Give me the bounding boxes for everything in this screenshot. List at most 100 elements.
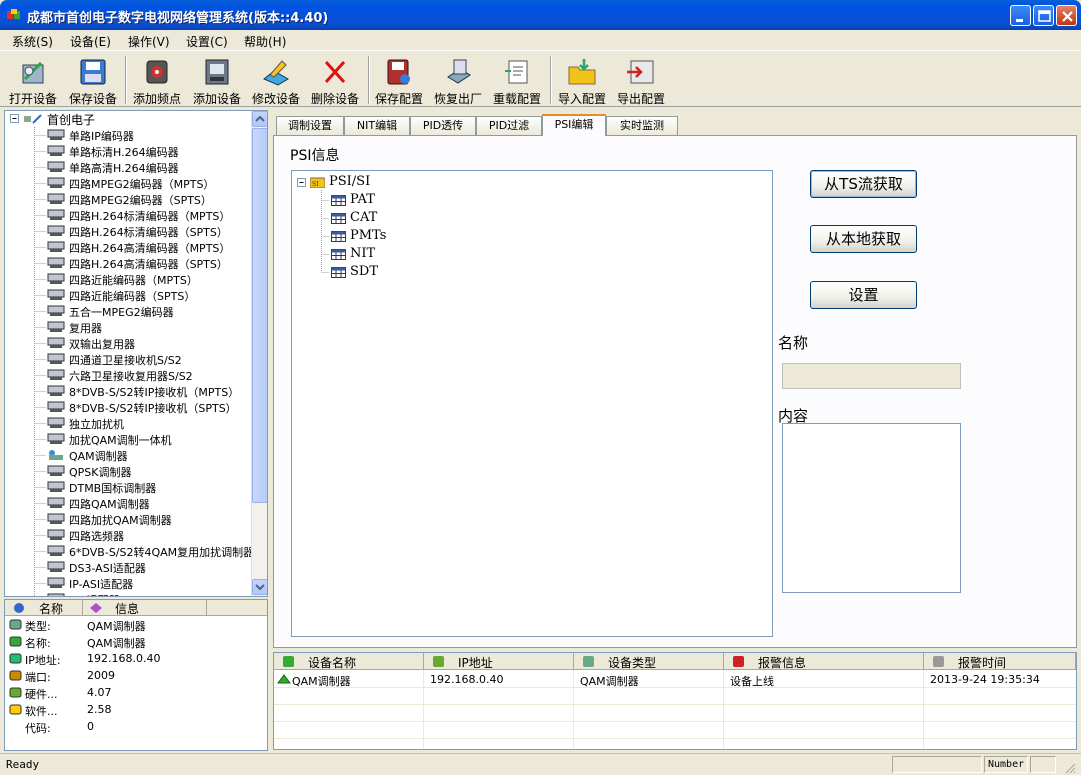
- menu-bar: 系统(S) 设备(E) 操作(V) 设置(C) 帮助(H): [0, 30, 1081, 51]
- alarm-column-header[interactable]: IP地址: [424, 653, 574, 670]
- tree-item-label: 四路H.264标清编码器（MPTS）: [69, 210, 231, 223]
- tab-realtime-monitor[interactable]: 实时监测: [606, 116, 678, 135]
- tab-pid-filter[interactable]: PID过滤: [476, 116, 542, 135]
- tree-item-label: 独立加扰机: [69, 418, 124, 431]
- scroll-down-button[interactable]: [252, 579, 267, 595]
- alarm-column-header[interactable]: 设备名称: [274, 653, 424, 670]
- get-from-local-button[interactable]: 从本地获取: [810, 225, 917, 253]
- device-icon: [47, 321, 65, 332]
- edit-device-icon: [263, 60, 289, 86]
- device-icon: [47, 369, 65, 380]
- title-bar[interactable]: 成都市首创电子数字电视网络管理系统(版本::4.40): [0, 0, 1081, 30]
- add-device-button[interactable]: 添加设备: [188, 55, 246, 106]
- resize-grip-icon[interactable]: [1064, 762, 1076, 774]
- alarm-cell: QAM调制器: [580, 675, 639, 688]
- device-icon: [47, 177, 65, 188]
- table-icon: [331, 231, 346, 242]
- alarm-column-header[interactable]: 报警信息: [724, 653, 924, 670]
- grid-line: [274, 721, 1076, 722]
- info-header-info[interactable]: 信息: [83, 600, 207, 616]
- table-icon: [331, 267, 346, 278]
- info-row-icon: [9, 704, 22, 715]
- column-icon: [733, 656, 744, 667]
- tree-item-label: ASI适配器: [69, 592, 120, 596]
- tree-item-label: 四路MPEG2编码器（SPTS）: [69, 194, 212, 207]
- alarm-column-header[interactable]: 设备类型: [574, 653, 724, 670]
- info-row-icon: [9, 670, 22, 681]
- scroll-thumb[interactable]: [252, 128, 267, 503]
- export-config-icon: [627, 60, 654, 84]
- content-field[interactable]: [782, 423, 961, 593]
- tab-modulation-settings[interactable]: 调制设置: [276, 116, 344, 135]
- name-field[interactable]: [782, 363, 961, 389]
- tree-item-label: 四路H.264标清编码器（SPTS）: [69, 226, 228, 239]
- info-row-value: 0: [87, 720, 94, 733]
- alarm-list[interactable]: 设备名称 IP地址 设备类型 报警信息 报警时间 QAM调制器 192.168.0.40 Q…: [273, 652, 1077, 750]
- device-icon: [47, 209, 65, 220]
- open-device-icon: [22, 61, 44, 84]
- device-icon: [47, 481, 65, 492]
- menu-help[interactable]: 帮助(H): [244, 33, 286, 50]
- factory-reset-button[interactable]: 恢复出厂: [429, 55, 487, 106]
- alarm-row[interactable]: QAM调制器 192.168.0.40 QAM调制器 设备上线 2013-9-24 19…: [274, 671, 1076, 688]
- import-config-icon: [568, 59, 596, 85]
- alarm-cell: 2013-9-24 19:35:34: [930, 673, 1040, 686]
- alarm-header: 设备名称 IP地址 设备类型 报警信息 报警时间: [274, 653, 1076, 670]
- export-config-button[interactable]: 导出配置: [612, 55, 670, 106]
- tab-nit-edit[interactable]: NIT编辑: [344, 116, 410, 135]
- open-device-button[interactable]: 打开设备: [4, 55, 62, 106]
- menu-operation[interactable]: 操作(V): [128, 33, 170, 50]
- tree-item-label: 8*DVB-S/S2转IP接收机（SPTS）: [69, 402, 237, 415]
- delete-device-button[interactable]: 删除设备: [306, 55, 364, 106]
- tab-pid-passthrough[interactable]: PID透传: [410, 116, 476, 135]
- close-button[interactable]: [1056, 5, 1077, 26]
- info-row-label: IP地址:: [25, 654, 61, 667]
- tree-item-label: 单路标清H.264编码器: [69, 146, 179, 159]
- device-icon: [47, 257, 65, 268]
- device-icon: [47, 417, 65, 428]
- psi-tree[interactable]: SI PSI/SI PAT CAT PMTs NIT SDT: [291, 170, 773, 637]
- tree-item-label: 四路H.264高清编码器（MPTS）: [69, 242, 231, 255]
- save-config-button[interactable]: 保存配置: [370, 55, 428, 106]
- tree-item-label: 四通道卫星接收机S/S2: [69, 354, 182, 367]
- device-online-icon: [277, 674, 291, 684]
- reload-config-button[interactable]: 重载配置: [488, 55, 546, 106]
- psi-table-label: SDT: [350, 264, 378, 279]
- tree-item-label: 五合一MPEG2编码器: [69, 306, 174, 319]
- column-icon: [933, 656, 944, 667]
- device-icon: [47, 497, 65, 508]
- add-frequency-button[interactable]: 添加频点: [128, 55, 186, 106]
- device-tree[interactable]: 首创电子 单路IP编码器 单路标清H.264编码器 单路高清H.264编码器 四路MP…: [4, 110, 268, 597]
- tab-psi-edit[interactable]: PSI编辑: [542, 114, 606, 136]
- save-device-button[interactable]: 保存设备: [64, 55, 122, 106]
- edit-device-button[interactable]: 修改设备: [247, 55, 305, 106]
- info-header-name[interactable]: 名称: [5, 600, 83, 616]
- info-row-label: 硬件...: [25, 688, 58, 701]
- info-row-value: 2009: [87, 669, 115, 682]
- menu-device[interactable]: 设备(E): [70, 33, 111, 50]
- tree-item-label: 四路QAM调制器: [69, 498, 150, 511]
- scroll-up-button[interactable]: [252, 111, 267, 127]
- alarm-cell: 192.168.0.40: [430, 673, 504, 686]
- tree-scrollbar[interactable]: [251, 111, 267, 596]
- set-button[interactable]: 设置: [810, 281, 917, 309]
- minimize-button[interactable]: [1010, 5, 1031, 26]
- get-from-ts-button[interactable]: 从TS流获取: [810, 170, 917, 198]
- psi-table-label: PMTs: [350, 228, 387, 243]
- info-row-icon: [9, 619, 22, 630]
- save-config-icon: [387, 59, 410, 85]
- minimize-icon: [1016, 19, 1023, 22]
- menu-system[interactable]: 系统(S): [12, 33, 53, 50]
- device-icon: [47, 385, 65, 396]
- menu-settings[interactable]: 设置(C): [186, 33, 228, 50]
- maximize-button[interactable]: [1033, 5, 1054, 26]
- info-row-label: 代码:: [25, 722, 51, 735]
- import-config-button[interactable]: 导入配置: [553, 55, 611, 106]
- info-icon: [14, 603, 24, 613]
- alarm-cell: QAM调制器: [292, 675, 351, 688]
- alarm-column-header[interactable]: 报警时间: [924, 653, 1076, 670]
- column-icon: [583, 656, 594, 667]
- qam-device-icon: [49, 450, 63, 460]
- tree-item-label: DTMB国标调制器: [69, 482, 157, 495]
- window-title: 成都市首创电子数字电视网络管理系统(版本::4.40): [27, 11, 329, 26]
